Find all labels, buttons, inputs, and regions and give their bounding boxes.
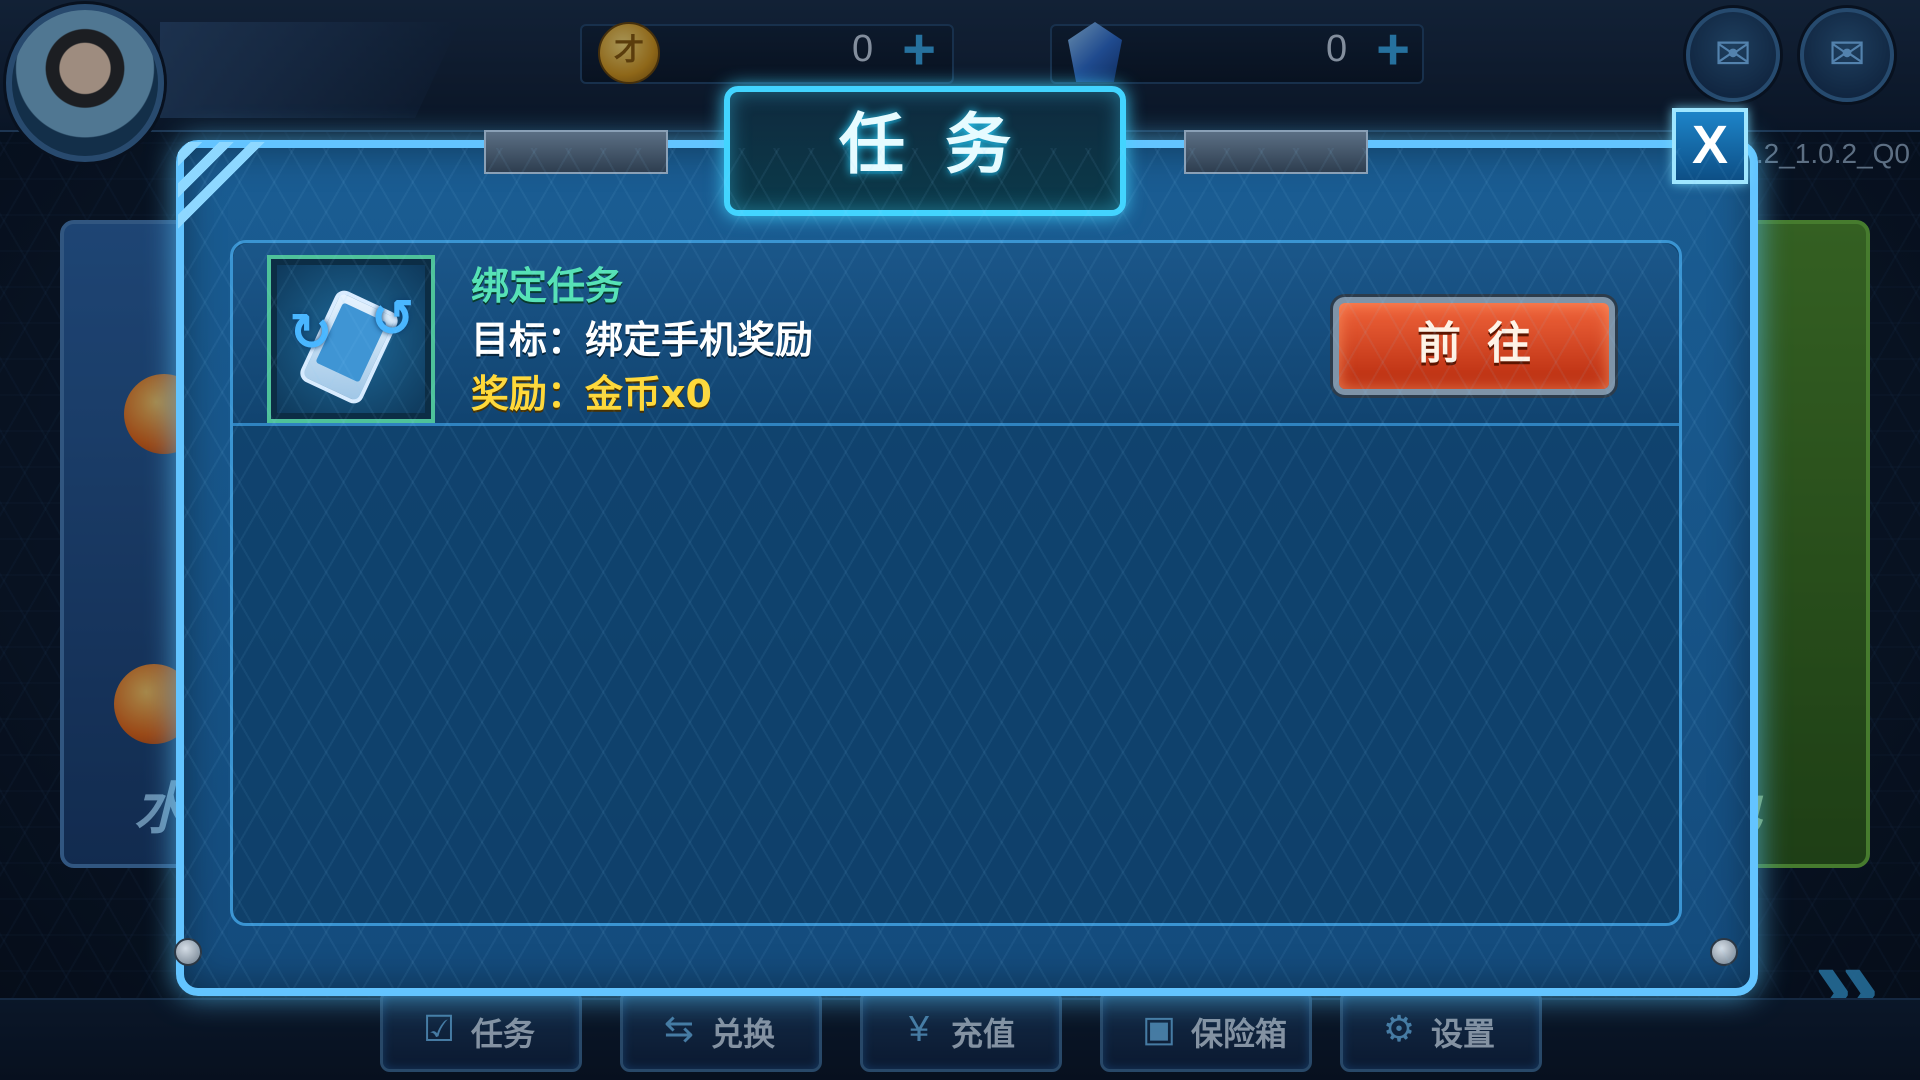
corner-stripes-decoration <box>178 142 268 232</box>
task-list: ↻ ↺ 绑定任务 目标：绑定手机奖励 奖励：金币x0 前往 <box>230 240 1682 926</box>
sync-arrow-icon: ↻ <box>289 303 333 363</box>
task-title: 绑定任务 <box>471 264 624 308</box>
dialog-title-plate: 任务 <box>724 86 1126 216</box>
go-button[interactable]: 前往 <box>1333 297 1615 395</box>
sync-arrow-icon: ↺ <box>371 289 415 349</box>
phone-bind-icon: ↻ ↺ <box>267 255 435 423</box>
task-reward: 奖励：金币x0 <box>471 372 712 416</box>
title-bar-decoration-right <box>1184 130 1368 174</box>
task-row: ↻ ↺ 绑定任务 目标：绑定手机奖励 奖励：金币x0 前往 <box>233 243 1679 426</box>
close-button[interactable]: X <box>1672 108 1748 184</box>
task-goal: 目标：绑定手机奖励 <box>471 318 814 362</box>
bolt-icon <box>1710 938 1738 966</box>
go-button-label: 前往 <box>1417 318 1557 369</box>
dialog-title: 任务 <box>839 106 1051 183</box>
task-dialog: 任务 X ↻ ↺ 绑定任务 目标：绑定手机奖励 奖励：金币x0 前往 <box>174 86 1758 996</box>
bolt-icon <box>174 938 202 966</box>
title-bar-decoration-left <box>484 130 668 174</box>
